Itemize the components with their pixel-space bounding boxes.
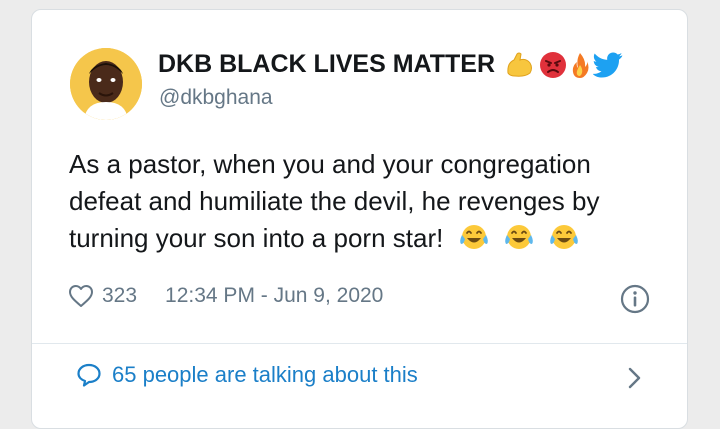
angry-face-icon xyxy=(540,51,567,78)
conversation-label: 65 people are talking about this xyxy=(112,362,418,387)
tears-of-joy-icon xyxy=(504,222,534,262)
chevron-right-icon[interactable] xyxy=(624,366,644,390)
like-button[interactable]: 323 xyxy=(68,284,137,308)
fire-icon xyxy=(572,52,589,78)
flexed-biceps-icon xyxy=(507,52,533,77)
info-circle-icon[interactable] xyxy=(620,284,650,314)
name-emojis xyxy=(505,51,623,79)
author-name: DKB BLACK LIVES MATTER xyxy=(158,50,496,78)
divider xyxy=(32,343,687,344)
timestamp[interactable]: 12:34 PM - Jun 9, 2020 xyxy=(165,284,383,308)
conversation-link[interactable]: 65 people are talking about this xyxy=(76,362,418,388)
avatar-image xyxy=(70,48,142,120)
tears-of-joy-icon xyxy=(549,222,579,262)
tweet-meta: 323 12:34 PM - Jun 9, 2020 xyxy=(68,284,383,308)
tears-of-joy-icon xyxy=(459,222,489,262)
speech-bubble-icon xyxy=(77,363,101,387)
avatar[interactable] xyxy=(70,48,142,120)
twitter-bird-icon xyxy=(593,52,623,77)
like-count: 323 xyxy=(102,284,138,307)
author-name-row[interactable]: DKB BLACK LIVES MATTER xyxy=(158,50,623,79)
author-handle[interactable]: @dkbghana xyxy=(159,86,273,110)
tweet-card[interactable]: DKB BLACK LIVES MATTER @dkbghana As a pa… xyxy=(31,9,688,429)
tweet-text-block: As a pastor, when you and your congregat… xyxy=(69,146,669,262)
heart-outline-icon xyxy=(69,285,93,307)
